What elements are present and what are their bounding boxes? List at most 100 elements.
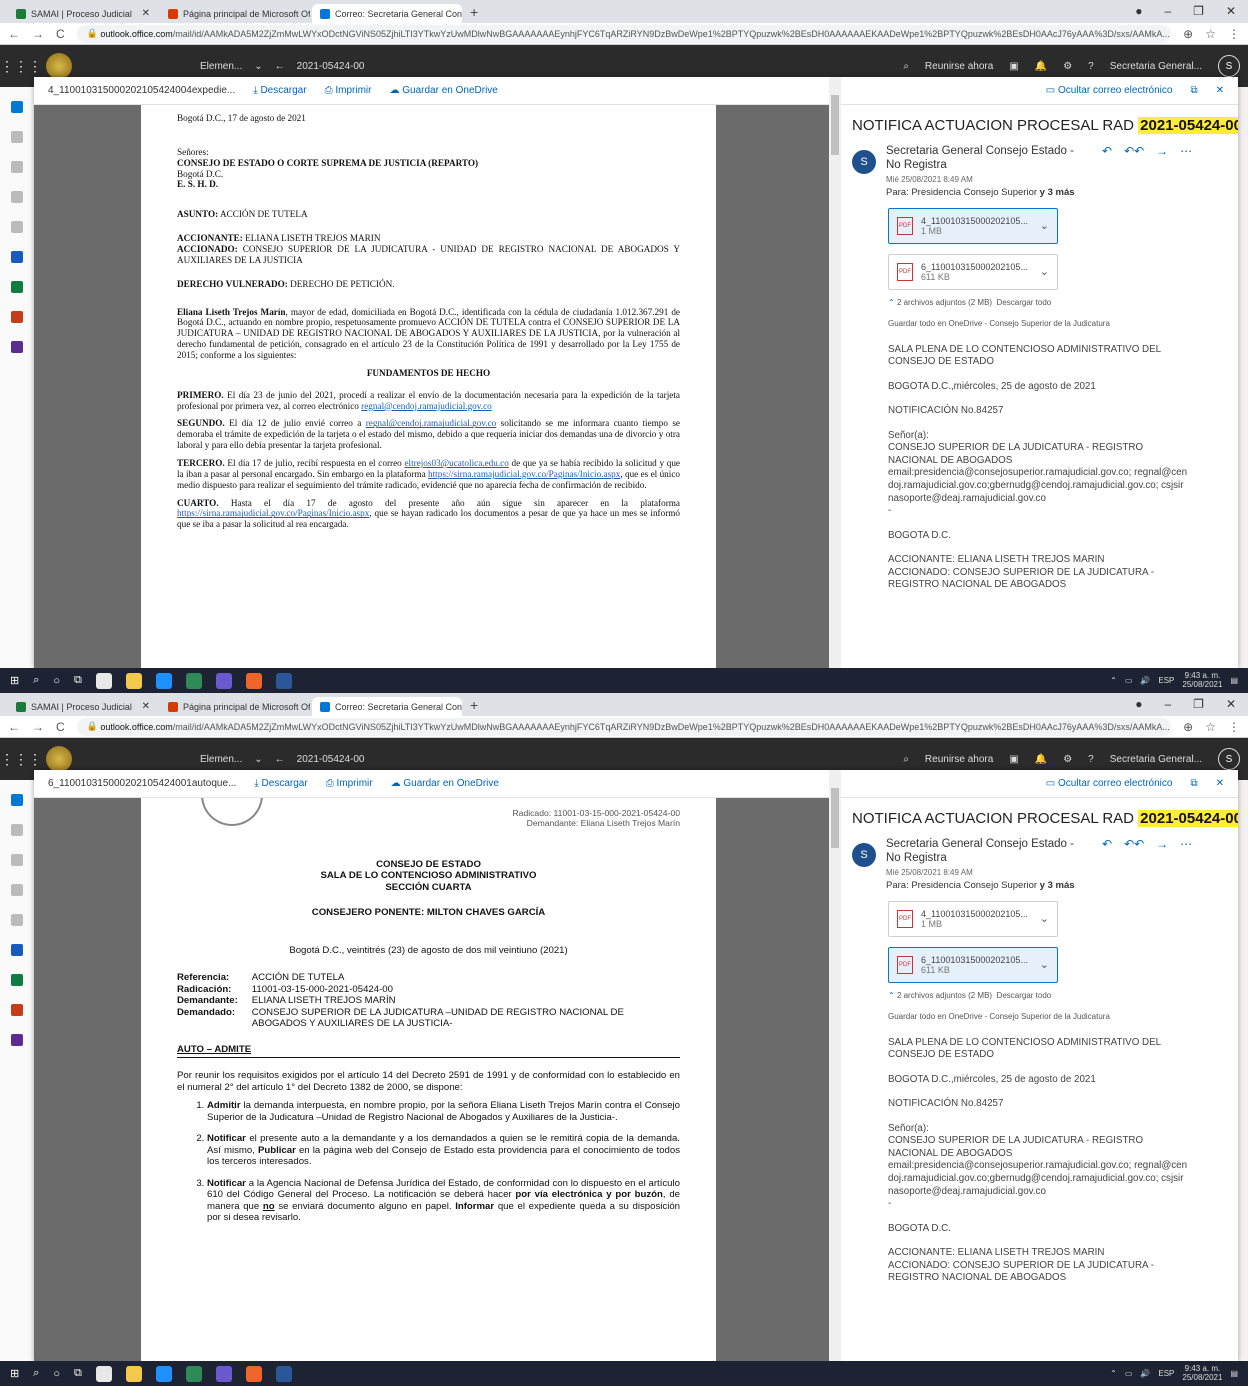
collapse-icon[interactable]: ⌃ xyxy=(888,991,895,1000)
browser-tab-samai[interactable]: SAMAI | Proceso Judicial ✕ xyxy=(8,4,158,23)
chrome-icon[interactable] xyxy=(245,1365,262,1382)
folder-dropdown[interactable]: Elemen... xyxy=(200,754,242,765)
scroll-thumb[interactable] xyxy=(831,788,839,848)
search-icon[interactable]: ⌕ xyxy=(33,1367,39,1380)
browser-tab-outlook[interactable]: Correo: Secretaria General Conse✕ xyxy=(312,697,462,716)
back-icon[interactable]: ← xyxy=(8,720,20,734)
account-name[interactable]: Secretaria General... xyxy=(1110,61,1202,72)
cortana-icon[interactable]: ○ xyxy=(53,675,60,687)
settings-icon[interactable]: ⚙ xyxy=(1063,61,1072,72)
url-field[interactable]: 🔒 outlook.office.com/mail/id/AAMkADA5M2Z… xyxy=(76,717,1172,736)
teams-icon[interactable]: ▣ xyxy=(1009,754,1018,765)
close-viewer-icon[interactable]: ✕ xyxy=(1216,778,1224,789)
save-all-link[interactable]: Guardar todo en OneDrive - Consejo Super… xyxy=(888,1012,1228,1021)
word-icon[interactable] xyxy=(11,251,23,263)
forward-icon[interactable]: → xyxy=(32,27,44,41)
menu-icon[interactable]: ⋮ xyxy=(1228,720,1240,734)
forward-icon[interactable]: → xyxy=(32,720,44,734)
mail-icon[interactable] xyxy=(11,101,23,113)
app-launcher-icon[interactable]: ⋮⋮⋮ xyxy=(0,751,42,768)
sender-name[interactable]: Secretaria General Consejo Estado - No R… xyxy=(886,837,1086,866)
url-field[interactable]: 🔒 outlook.office.com/mail/id/AAMkADA5M2Z… xyxy=(76,24,1172,43)
back-icon[interactable]: ← xyxy=(8,27,20,41)
star-icon[interactable]: ☆ xyxy=(1205,720,1216,734)
notifications-center-icon[interactable]: ▤ xyxy=(1230,676,1238,685)
browser-tab-outlook[interactable]: Correo: Secretaria General Conse✕ xyxy=(312,4,462,23)
back-arrow-icon[interactable]: ← xyxy=(275,61,285,72)
mail-app-icon[interactable] xyxy=(95,672,112,689)
chevron-down-icon[interactable]: ⌄ xyxy=(1040,958,1049,971)
download-all-link[interactable]: Descargar todo xyxy=(997,991,1052,1000)
reply-icon[interactable]: ↶ xyxy=(1102,144,1112,198)
powerpoint-icon[interactable] xyxy=(11,1004,23,1016)
forward-icon[interactable]: → xyxy=(1156,144,1168,198)
hide-email-button[interactable]: ▭ Ocultar correo electrónico xyxy=(1046,778,1173,789)
close-viewer-icon[interactable]: ✕ xyxy=(1216,85,1224,96)
language-indicator[interactable]: ESP xyxy=(1158,1369,1174,1378)
search-icon[interactable]: ⌕ xyxy=(903,754,909,765)
close-window-icon[interactable]: ✕ xyxy=(1226,697,1236,711)
zoom-icon[interactable]: ⊕ xyxy=(1183,720,1193,734)
hide-email-button[interactable]: ▭ Ocultar correo electrónico xyxy=(1046,85,1173,96)
avatar[interactable]: S xyxy=(1218,748,1240,770)
recipients[interactable]: Para: Presidencia Consejo Superior y 3 m… xyxy=(886,187,1086,198)
mail-icon[interactable] xyxy=(11,794,23,806)
clock[interactable]: 9:43 a. m. 25/08/2021 xyxy=(1182,671,1222,689)
document-scrollbar[interactable] xyxy=(829,77,841,668)
settings-icon[interactable]: ⚙ xyxy=(1063,754,1072,765)
avatar[interactable]: S xyxy=(1218,55,1240,77)
email-link[interactable]: eltrejos03@ucatolica.edu.co xyxy=(404,458,508,468)
clock[interactable]: 9:43 a. m. 25/08/2021 xyxy=(1182,1364,1222,1382)
reload-icon[interactable]: C xyxy=(56,27,65,41)
more-icon[interactable]: ⋯ xyxy=(1180,837,1192,891)
save-onedrive-button[interactable]: ☁ Guardar en OneDrive xyxy=(389,85,497,96)
todo-icon[interactable] xyxy=(11,914,23,926)
teams-rail-icon[interactable] xyxy=(11,1034,23,1046)
print-button[interactable]: ⎙ Imprimir xyxy=(326,778,373,789)
folder-dropdown[interactable]: Elemen... xyxy=(200,61,242,72)
download-button[interactable]: ⤓ Descargar xyxy=(253,85,306,96)
forward-icon[interactable]: → xyxy=(1156,837,1168,891)
cortana-icon[interactable]: ○ xyxy=(53,1368,60,1380)
tray-chevron-icon[interactable]: ⌃ xyxy=(1110,1369,1117,1378)
word-icon[interactable] xyxy=(11,944,23,956)
search-icon[interactable]: ⌕ xyxy=(903,61,909,72)
email-link[interactable]: regnal@cendoj.ramajudicial.gov.co xyxy=(366,418,497,428)
web-link[interactable]: https://sirna.ramajudicial.gov.co/Pagina… xyxy=(177,508,369,518)
app-icon[interactable] xyxy=(215,1365,232,1382)
todo-icon[interactable] xyxy=(11,221,23,233)
store-icon[interactable] xyxy=(125,672,142,689)
close-tab-icon[interactable]: ✕ xyxy=(142,8,150,19)
people-icon[interactable] xyxy=(11,854,23,866)
help-icon[interactable]: ? xyxy=(1088,754,1094,765)
maximize-icon[interactable]: ❐ xyxy=(1193,4,1204,18)
file-explorer-icon[interactable] xyxy=(185,1365,202,1382)
reply-all-icon[interactable]: ↶↶ xyxy=(1124,837,1144,891)
edge-icon[interactable] xyxy=(155,1365,172,1382)
windows-start-icon[interactable]: ⊞ xyxy=(10,674,19,687)
reply-icon[interactable]: ↶ xyxy=(1102,837,1112,891)
mail-app-icon[interactable] xyxy=(95,1365,112,1382)
tray-chevron-icon[interactable]: ⌃ xyxy=(1110,676,1117,685)
document-scrollbar[interactable] xyxy=(829,770,841,1361)
minimize-icon[interactable]: – xyxy=(1164,4,1171,18)
calendar-icon[interactable] xyxy=(11,824,23,836)
scroll-thumb[interactable] xyxy=(831,95,839,155)
notifications-icon[interactable]: 🔔 xyxy=(1035,61,1047,72)
task-view-icon[interactable]: ⧉ xyxy=(74,674,82,687)
language-indicator[interactable]: ESP xyxy=(1158,676,1174,685)
more-icon[interactable]: ⋯ xyxy=(1180,144,1192,198)
notifications-center-icon[interactable]: ▤ xyxy=(1230,1369,1238,1378)
file-explorer-icon[interactable] xyxy=(185,672,202,689)
save-all-link[interactable]: Guardar todo en OneDrive - Consejo Super… xyxy=(888,319,1228,328)
browser-tab-office[interactable]: Página principal de Microsoft Of✕ xyxy=(160,4,310,23)
recipients[interactable]: Para: Presidencia Consejo Superior y 3 m… xyxy=(886,880,1086,891)
download-button[interactable]: ⤓ Descargar xyxy=(254,778,307,789)
notifications-icon[interactable]: 🔔 xyxy=(1035,754,1047,765)
excel-icon[interactable] xyxy=(11,974,23,986)
chevron-down-icon[interactable]: ⌄ xyxy=(1040,912,1049,925)
reply-all-icon[interactable]: ↶↶ xyxy=(1124,144,1144,198)
star-icon[interactable]: ☆ xyxy=(1205,27,1216,41)
app-icon[interactable] xyxy=(215,672,232,689)
calendar-icon[interactable] xyxy=(11,131,23,143)
